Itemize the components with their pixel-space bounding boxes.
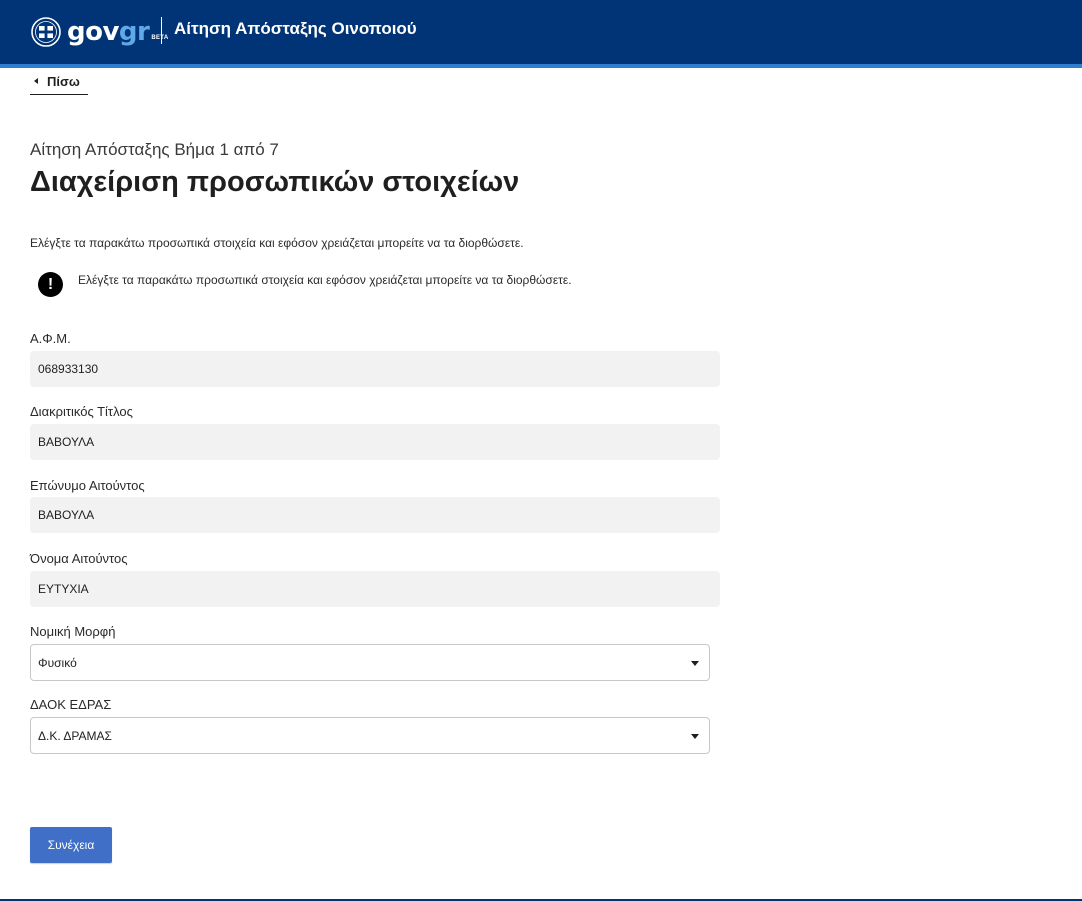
caret-down-icon <box>691 661 699 666</box>
service-title[interactable]: Αίτηση Απόσταξης Οινοποιού <box>174 19 417 39</box>
site-header: govgr BETA Αίτηση Απόσταξης Οινοποιού <box>0 0 1082 68</box>
legal-form-label: Νομική Μορφή <box>30 624 116 639</box>
legal-form-select[interactable]: Φυσικό <box>30 644 710 681</box>
afm-input[interactable] <box>30 351 720 387</box>
govgr-wordmark: govgr <box>67 17 150 47</box>
legal-form-selected-value: Φυσικό <box>38 656 77 670</box>
beta-badge: BETA <box>151 35 169 41</box>
back-link-label: Πίσω <box>47 74 80 89</box>
caret-down-icon <box>691 734 699 739</box>
continue-button[interactable]: Συνέχεια <box>30 827 112 863</box>
page-title: Διαχείριση προσωπικών στοιχείων <box>30 166 520 198</box>
intro-text: Ελέγξτε τα παρακάτω προσωπικά στοιχεία κ… <box>30 236 524 250</box>
surname-input[interactable] <box>30 497 720 533</box>
daok-select[interactable]: Δ.Κ. ΔΡΑΜΑΣ <box>30 717 710 754</box>
notice-callout: ! Ελέγξτε τα παρακάτω προσωπικά στοιχεία… <box>38 272 572 297</box>
exclamation-icon: ! <box>38 272 63 297</box>
first-name-input[interactable] <box>30 571 720 607</box>
logo-gov-text: gov <box>67 17 119 47</box>
afm-label: Α.Φ.Μ. <box>30 331 71 346</box>
surname-label: Επώνυμο Αιτούντος <box>30 478 145 493</box>
daok-label: ΔΑΟΚ ΕΔΡΑΣ <box>30 697 112 712</box>
first-name-label: Όνομα Αιτούντος <box>30 551 128 566</box>
header-divider <box>161 17 162 44</box>
back-link[interactable]: Πίσω <box>30 70 88 95</box>
greek-emblem-icon <box>31 17 61 47</box>
distinctive-title-input[interactable] <box>30 424 720 460</box>
daok-selected-value: Δ.Κ. ΔΡΑΜΑΣ <box>38 729 112 743</box>
step-caption: Αίτηση Απόσταξης Βήμα 1 από 7 <box>30 140 279 159</box>
chevron-left-icon <box>34 78 38 84</box>
distinctive-title-label: Διακριτικός Τίτλος <box>30 404 133 419</box>
notice-text: Ελέγξτε τα παρακάτω προσωπικά στοιχεία κ… <box>78 273 572 287</box>
govgr-logo[interactable]: govgr BETA <box>31 15 168 49</box>
logo-gr-text: gr <box>118 17 150 47</box>
